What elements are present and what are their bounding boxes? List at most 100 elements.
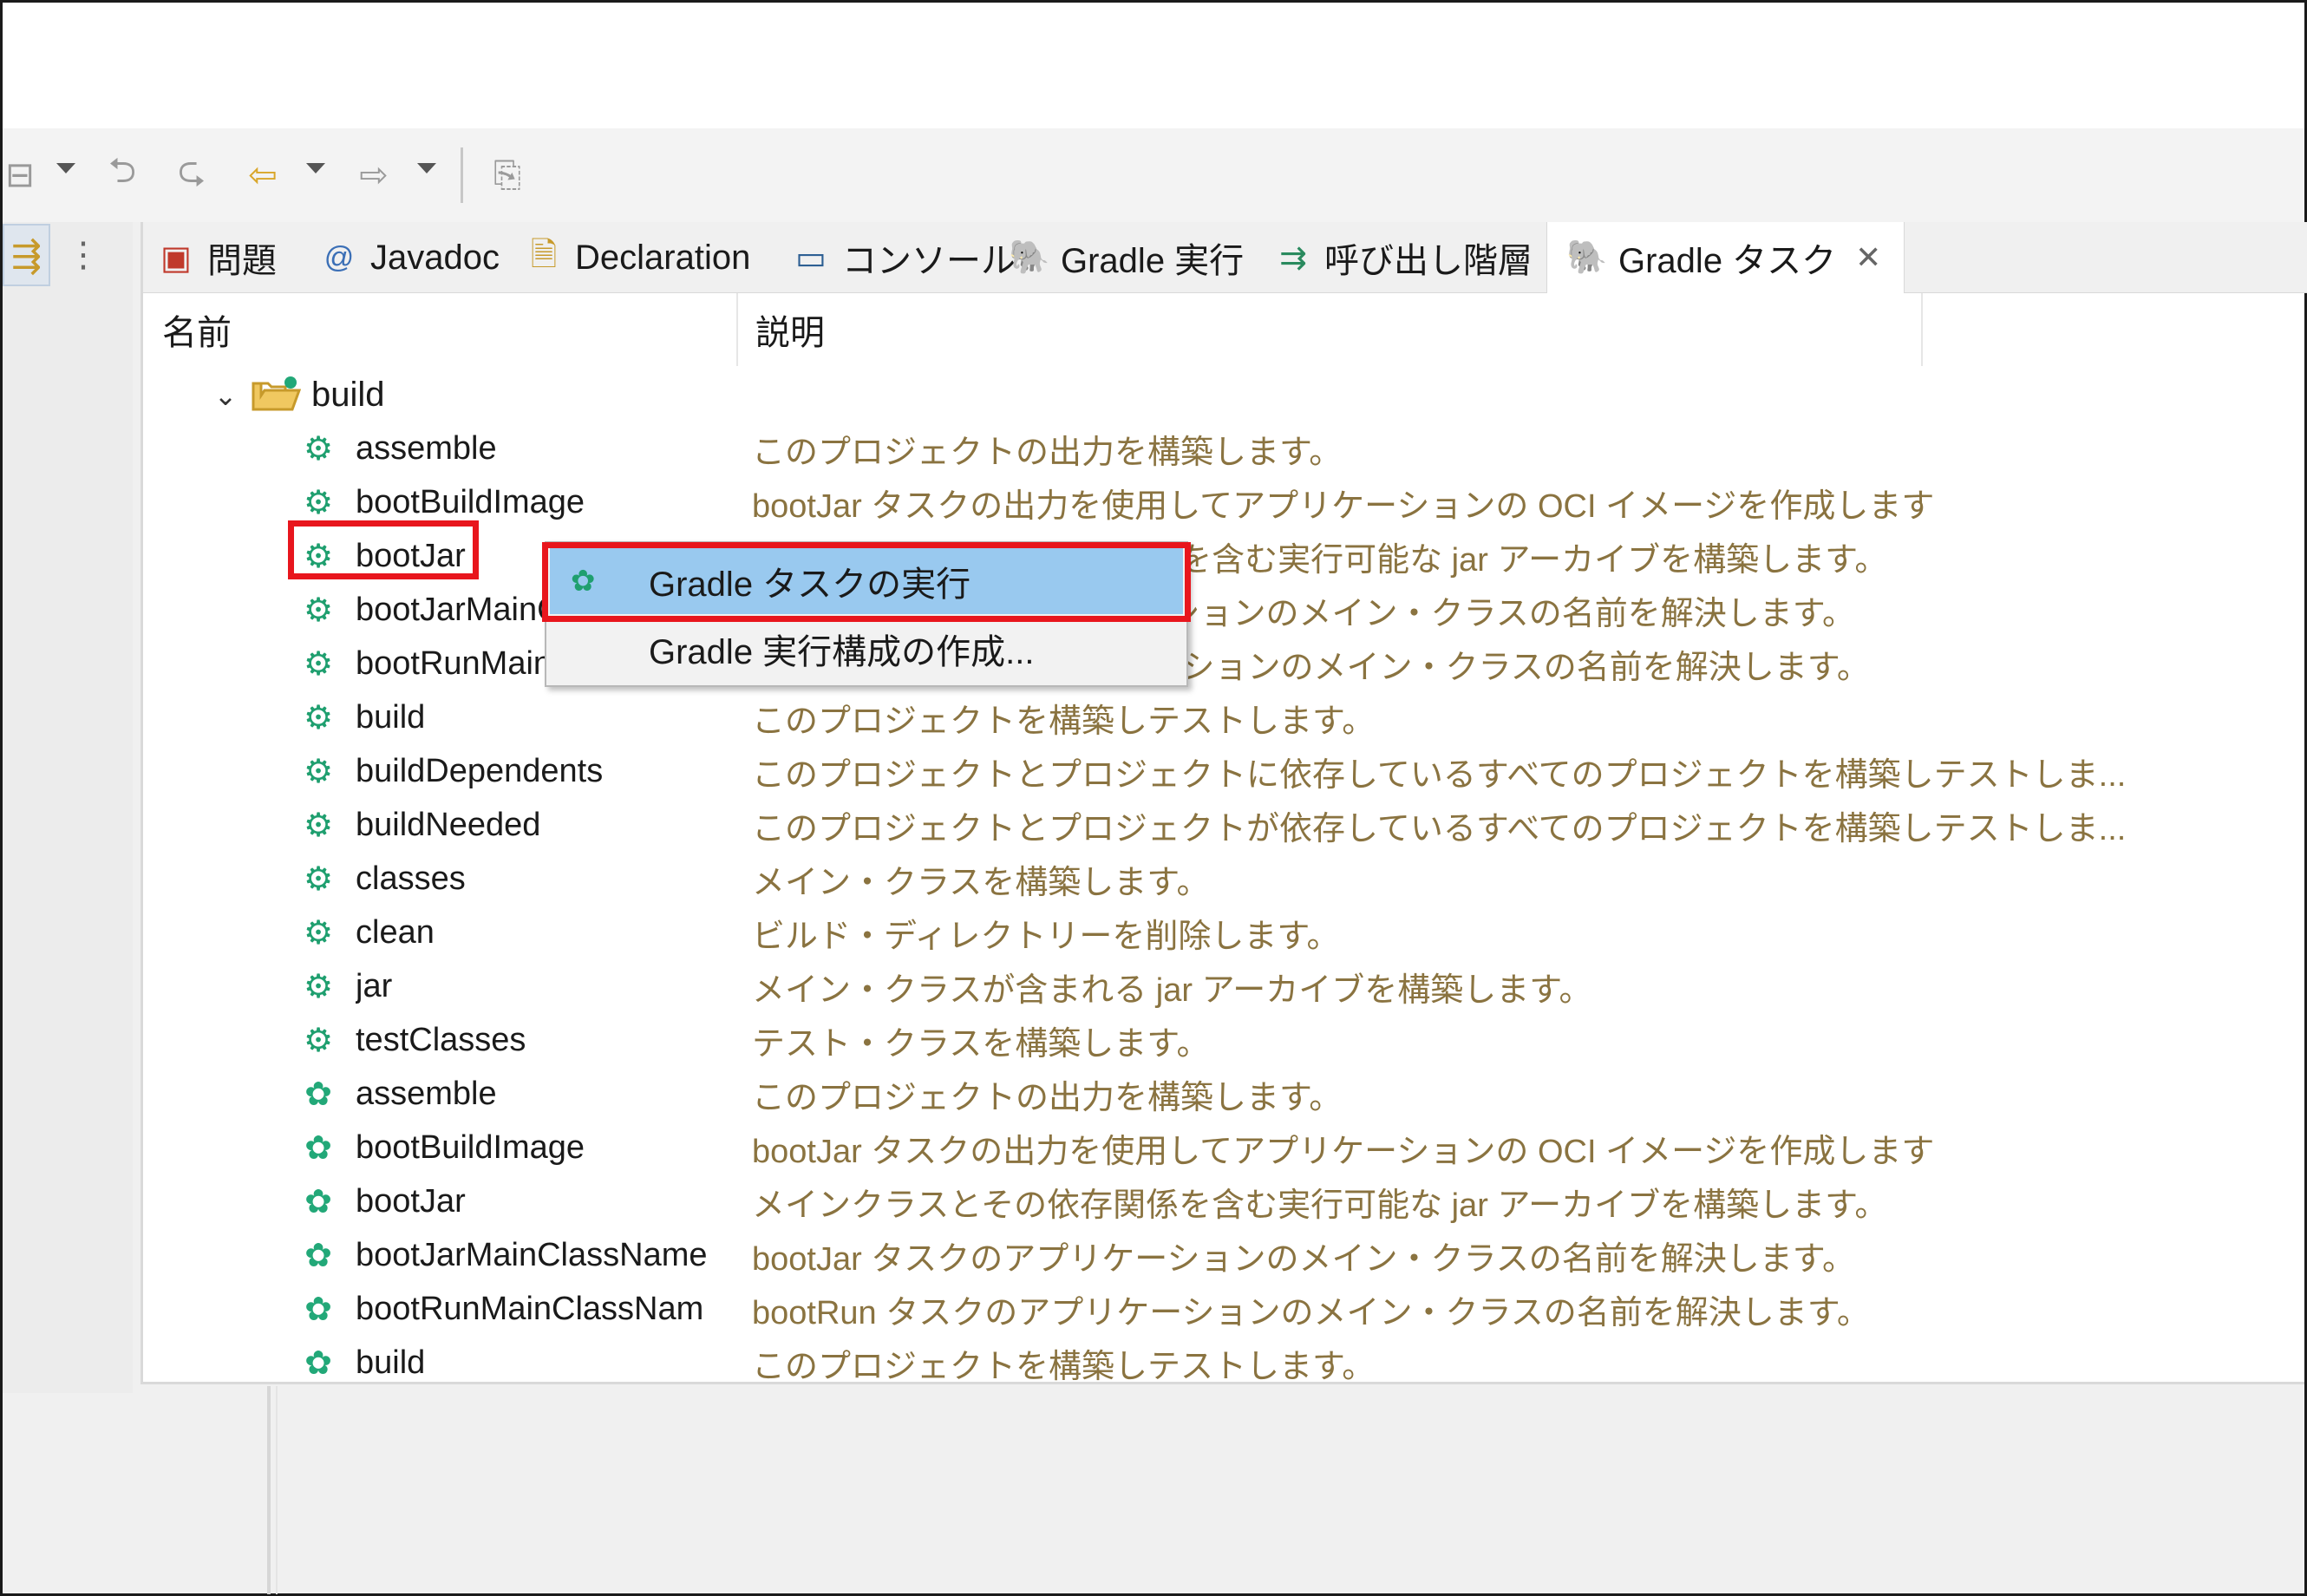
gear-icon: ⚙ bbox=[303, 968, 334, 1005]
gear-icon: ⚙ bbox=[303, 807, 334, 844]
task-description: bootRun タスクのアプリケーションのメイン・クラスの名前を解決します。 bbox=[752, 1294, 1870, 1331]
table-row[interactable]: ⚙ classes メイン・クラスを構築します。 bbox=[143, 852, 2307, 906]
table-row[interactable]: ⚙ jar メイン・クラスが含まれる jar アーカイブを構築します。 bbox=[143, 959, 2307, 1013]
highlight-box-bootjar bbox=[288, 520, 479, 579]
console-icon: ▭ bbox=[795, 239, 827, 277]
gradle-tasks-panel: ▣ 問題 @ Javadoc 🗎 Declaration ▭ コンソール 🐘 G… bbox=[141, 222, 2307, 1385]
tab-gradle-tasks[interactable]: 🐘 Gradle タスク ✕ bbox=[1546, 222, 1905, 293]
task-description: テスト・クラスを構築します。 bbox=[752, 1025, 1210, 1063]
task-description: このプロジェクトとプロジェクトに依存しているすべてのプロジェクトを構築しテストし… bbox=[752, 756, 2127, 794]
at-icon: @ bbox=[324, 240, 355, 274]
sash-divider-shadow bbox=[276, 1386, 278, 1594]
table-row[interactable]: ✿ bootJar メインクラスとその依存関係を含む実行可能な jar アーカイブを… bbox=[143, 1174, 2307, 1228]
task-description: メイン・クラスを構築します。 bbox=[752, 864, 1210, 901]
table-row[interactable]: ⚙ buildNeeded このプロジェクトとプロジェクトが依存しているすべてのプロ… bbox=[143, 798, 2307, 852]
chevron-down-icon[interactable]: ⌄ bbox=[208, 378, 243, 413]
table-row[interactable]: ⚙ buildDependents このプロジェクトとプロジェクトに依存しているすべ… bbox=[143, 744, 2307, 798]
toolbar-separator bbox=[461, 147, 463, 203]
gear-icon: ✿ bbox=[304, 1237, 332, 1274]
gear-icon: ⚙ bbox=[303, 753, 334, 790]
table-row[interactable]: ✿ bootRunMainClassNam bootRun タスクのアプリケーション… bbox=[143, 1282, 2307, 1336]
table-row[interactable]: ⚙ testClasses テスト・クラスを構築します。 bbox=[143, 1013, 2307, 1067]
gear-icon: ✿ bbox=[304, 1076, 332, 1113]
table-row[interactable]: ✿ bootBuildImage bootJar タスクの出力を使用してアプリケーシ… bbox=[143, 1121, 2307, 1174]
tab-javadoc[interactable]: @ Javadoc bbox=[317, 222, 500, 293]
task-description: このプロジェクトを構築しテストします。 bbox=[752, 1348, 1376, 1385]
view-tab-bar: ▣ 問題 @ Javadoc 🗎 Declaration ▭ コンソール 🐘 G… bbox=[143, 222, 2307, 293]
task-description: bootJar タスクのアプリケーションのメイン・クラスの名前を解決します。 bbox=[752, 1240, 1855, 1278]
tab-declaration[interactable]: 🗎 Declaration bbox=[521, 222, 751, 293]
problems-icon: ▣ bbox=[160, 239, 192, 277]
chevron-down-icon[interactable] bbox=[417, 163, 436, 173]
column-divider[interactable] bbox=[1921, 293, 1923, 366]
left-side-strip bbox=[3, 222, 133, 1393]
folder-open-icon bbox=[252, 376, 301, 411]
chevron-down-icon[interactable] bbox=[306, 163, 325, 173]
gear-icon: ✿ bbox=[304, 1291, 332, 1328]
gear-icon: ✿ bbox=[304, 1344, 332, 1382]
pin-editor-icon[interactable]: ⎘ bbox=[481, 149, 533, 201]
tab-label: コンソール bbox=[842, 242, 1016, 280]
table-row[interactable]: ⚙ bootJarMainClassName bootJar タスクのアプリケーショ… bbox=[143, 583, 2307, 637]
chevron-down-icon[interactable] bbox=[56, 163, 75, 173]
gear-icon: ✿ bbox=[304, 1129, 332, 1167]
sash-divider[interactable] bbox=[267, 1386, 271, 1594]
task-description: ビルド・ディレクトリーを削除します。 bbox=[752, 918, 1340, 955]
column-divider[interactable] bbox=[736, 293, 738, 366]
table-row[interactable]: ✿ assemble このプロジェクトの出力を構築します。 bbox=[143, 1067, 2307, 1121]
declaration-icon: 🗎 bbox=[530, 236, 558, 273]
task-description: このプロジェクトの出力を構築します。 bbox=[752, 1079, 1343, 1116]
close-icon[interactable]: ✕ bbox=[1855, 239, 1881, 276]
highlight-box-menu-item bbox=[542, 542, 1191, 622]
call-hierarchy-icon: ⇉ bbox=[1279, 239, 1307, 277]
tree-root-build[interactable]: build bbox=[311, 368, 385, 422]
task-description: bootJar タスクの出力を使用してアプリケーションの OCI イメージを作成… bbox=[752, 487, 1935, 525]
hierarchy-icon[interactable]: ⇶ bbox=[3, 224, 50, 286]
gear-icon: ⚙ bbox=[303, 592, 334, 629]
table-row[interactable]: ⚙ bootRunMainClassName bootRun タスクのアプリケーショ… bbox=[143, 637, 2307, 690]
gear-icon: ⚙ bbox=[303, 914, 334, 952]
tab-label: 呼び出し階層 bbox=[1324, 242, 1533, 280]
tab-label: Declaration bbox=[575, 238, 751, 277]
column-header-description-label: 説明 bbox=[755, 314, 825, 352]
gear-icon: ⚙ bbox=[303, 699, 334, 736]
gear-icon: ⚙ bbox=[303, 430, 334, 468]
back-edit-icon[interactable]: ⮌ bbox=[96, 149, 148, 201]
gradle-elephant-icon: 🐘 bbox=[1009, 239, 1050, 276]
tab-console[interactable]: ▭ コンソール bbox=[788, 222, 1016, 293]
table-row[interactable]: ⚙ clean ビルド・ディレクトリーを削除します。 bbox=[143, 906, 2307, 959]
gear-icon: ⚙ bbox=[303, 484, 334, 521]
table-row[interactable]: ⚙ assemble このプロジェクトの出力を構築します。 bbox=[143, 422, 2307, 475]
column-header-name[interactable]: 名前 bbox=[162, 293, 683, 366]
task-description: bootJar タスクの出力を使用してアプリケーションの OCI イメージを作成… bbox=[752, 1133, 1935, 1170]
tab-label: 問題 bbox=[207, 242, 277, 280]
table-row[interactable]: ✿ bootJarMainClassName bootJar タスクのアプリケーショ… bbox=[143, 1228, 2307, 1282]
tab-gradle-executions[interactable]: 🐘 Gradle 実行 bbox=[1007, 222, 1244, 293]
more-options-icon[interactable]: ⋮ bbox=[66, 229, 101, 281]
back-arrow-icon[interactable]: ⇦ bbox=[239, 149, 287, 201]
task-description: このプロジェクトとプロジェクトが依存しているすべてのプロジェクトを構築しテストし… bbox=[752, 810, 2127, 847]
gear-icon: ⚙ bbox=[303, 1022, 334, 1059]
tab-problems[interactable]: ▣ 問題 bbox=[154, 222, 277, 293]
main-toolbar: ⊟ ⮌ ⮎ ⇦ ⇨ ⎘ bbox=[3, 128, 2304, 222]
menu-item-label: Gradle 実行構成の作成... bbox=[649, 633, 1035, 671]
tab-label: Gradle 実行 bbox=[1061, 242, 1245, 280]
task-description: メイン・クラスが含まれる jar アーカイブを構築します。 bbox=[752, 971, 1592, 1009]
task-description: メインクラスとその依存関係を含む実行可能な jar アーカイブを構築します。 bbox=[752, 1187, 1888, 1224]
forward-edit-icon[interactable]: ⮎ bbox=[166, 149, 218, 201]
gear-icon: ✿ bbox=[304, 1183, 332, 1220]
gradle-elephant-icon: 🐘 bbox=[1566, 239, 1608, 276]
menu-item-create-run-configuration[interactable]: Gradle 実行構成の作成... bbox=[550, 616, 1183, 682]
tab-label: Gradle タスク bbox=[1618, 242, 1837, 280]
task-description: このプロジェクトを構築しテストします。 bbox=[752, 703, 1376, 740]
forward-arrow-icon[interactable]: ⇨ bbox=[350, 149, 398, 201]
column-header-description[interactable]: 説明 bbox=[755, 293, 2056, 366]
gear-icon: ⚙ bbox=[303, 645, 334, 683]
task-description: このプロジェクトの出力を構築します。 bbox=[752, 434, 1343, 471]
column-header-name-label: 名前 bbox=[162, 314, 232, 352]
table-row[interactable]: ⚙ build このプロジェクトを構築しテストします。 bbox=[143, 690, 2307, 744]
tab-label: Javadoc bbox=[370, 238, 500, 277]
collapse-icon[interactable]: ⊟ bbox=[3, 149, 37, 201]
table-row[interactable]: ✿ build このプロジェクトを構築しテストします。 bbox=[143, 1336, 2307, 1390]
tab-call-hierarchy[interactable]: ⇉ 呼び出し階層 bbox=[1271, 222, 1533, 293]
